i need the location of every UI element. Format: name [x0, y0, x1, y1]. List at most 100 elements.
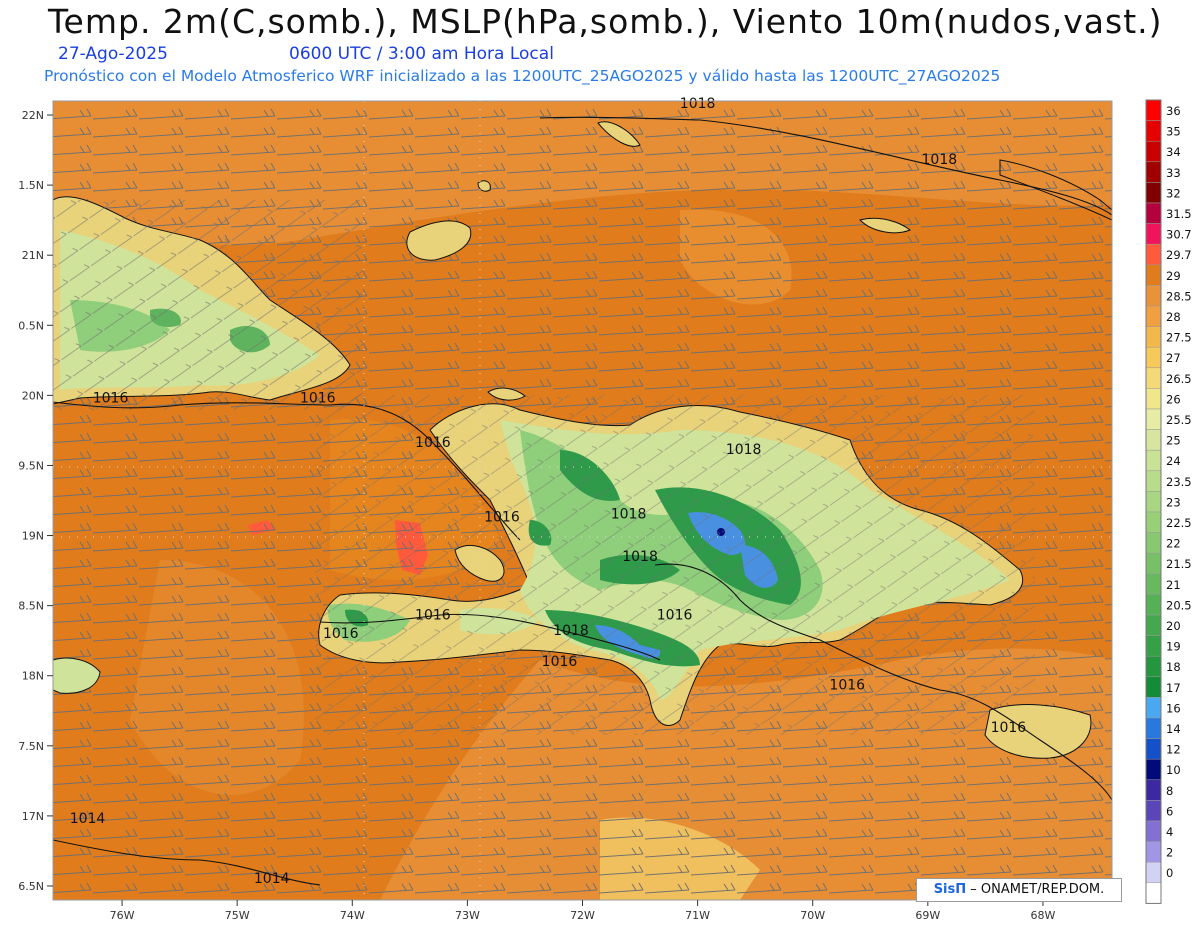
isobar-label: 1016	[415, 435, 451, 451]
colorbar-label: 22.5	[1166, 516, 1192, 530]
colorbar-label: 10	[1166, 763, 1181, 777]
lon-tick-label: 76W	[110, 909, 135, 922]
sispi-logo-text: SisΠ	[933, 882, 967, 897]
colorbar-swatch	[1145, 264, 1162, 286]
colorbar-label: 28	[1166, 310, 1181, 324]
colorbar-swatch	[1145, 161, 1162, 183]
colorbar-swatch	[1145, 800, 1162, 822]
isobar-label: 1014	[254, 871, 290, 887]
lon-tick-label: 75W	[225, 909, 250, 922]
colorbar-label: 31.5	[1166, 207, 1192, 221]
colorbar-swatch	[1145, 841, 1162, 863]
isobar-label: 1018	[922, 152, 958, 168]
colorbar-label: 18	[1166, 660, 1181, 674]
colorbar-label: 32	[1166, 186, 1181, 200]
colorbar-label: 27.5	[1166, 331, 1192, 345]
colorbar-label: 12	[1166, 743, 1181, 757]
colorbar-label: 8	[1166, 784, 1173, 798]
colorbar-swatch	[1145, 285, 1162, 307]
lat-tick-label: 0.5N	[18, 319, 44, 332]
temperature-colorbar: 363534333231.530.729.72928.52827.52726.5…	[1145, 99, 1192, 904]
isobar-label: 1016	[415, 608, 451, 624]
colorbar-swatch	[1145, 738, 1162, 760]
colorbar-swatch	[1145, 388, 1162, 410]
isobar-label: 1018	[726, 442, 762, 458]
colorbar-label: 27	[1166, 351, 1181, 365]
colorbar-label: 33	[1166, 166, 1181, 180]
colorbar-label: 29	[1166, 269, 1181, 283]
isobar-label: 1018	[680, 96, 716, 112]
colorbar-label: 19	[1166, 640, 1181, 654]
colorbar-swatch	[1145, 491, 1162, 513]
weather-map[interactable]: 101810181016 10161016 10181016 101810181016…	[0, 0, 1200, 927]
lat-tick-label: 21N	[22, 249, 44, 262]
colorbar-swatch	[1145, 820, 1162, 842]
colorbar-label: 25.5	[1166, 413, 1192, 427]
colorbar-swatch	[1145, 635, 1162, 657]
colorbar-label: 20	[1166, 619, 1181, 633]
isobar-label: 1014	[70, 811, 106, 827]
colorbar-label: 25	[1166, 434, 1181, 448]
colorbar-label: 6	[1166, 804, 1173, 818]
colorbar-label: 14	[1166, 722, 1181, 736]
colorbar-swatch	[1145, 140, 1162, 163]
lat-tick-label: 18N	[22, 670, 44, 683]
colorbar-swatch	[1145, 882, 1162, 904]
colorbar-swatch	[1145, 676, 1162, 698]
colorbar-swatch	[1145, 367, 1162, 389]
colorbar-swatch	[1145, 449, 1162, 472]
colorbar-label: 16	[1166, 701, 1181, 715]
colorbar-label: 23	[1166, 495, 1181, 509]
colorbar-label: 20.5	[1166, 598, 1192, 612]
colorbar-swatch	[1145, 243, 1162, 266]
longitude-axis: 76W 75W 74W 73W 72W 71W 70W 69W 68W	[110, 900, 1055, 922]
colorbar-label: 0	[1166, 866, 1173, 880]
isobar-label: 1016	[542, 654, 578, 670]
colorbar-label: 35	[1166, 125, 1181, 139]
latitude-axis: 22N 1.5N 21N 0.5N 20N 9.5N 19N 8.5N 18N 7.5N 17N 6.…	[18, 109, 53, 893]
colorbar-label: 36	[1166, 104, 1181, 118]
colorbar-label: 24	[1166, 454, 1181, 468]
colorbar-swatch	[1145, 614, 1162, 636]
colorbar-label: 2	[1166, 846, 1173, 860]
lat-tick-label: 6.5N	[18, 880, 44, 893]
lat-tick-label: 20N	[22, 389, 44, 402]
colorbar-label: 29.7	[1166, 248, 1192, 262]
isobar-label: 1016	[657, 608, 693, 624]
colorbar-label: 34	[1166, 145, 1181, 159]
colorbar-swatch	[1145, 99, 1162, 121]
isobar-label: 1016	[991, 720, 1027, 736]
colorbar-swatch	[1145, 594, 1162, 616]
colorbar-swatch	[1145, 758, 1162, 781]
colorbar-swatch	[1145, 655, 1162, 678]
colorbar-label: 22	[1166, 537, 1181, 551]
colorbar-label: 26	[1166, 392, 1181, 406]
colorbar-swatch	[1145, 182, 1162, 204]
lon-tick-label: 73W	[455, 909, 480, 922]
colorbar-swatch	[1145, 511, 1162, 533]
lat-tick-label: 17N	[22, 810, 44, 823]
lon-tick-label: 69W	[915, 909, 940, 922]
credit-org: – ONAMET/REP.DOM.	[970, 882, 1105, 897]
lon-tick-label: 74W	[340, 909, 365, 922]
lon-tick-label: 72W	[570, 909, 595, 922]
colorbar-swatch	[1145, 305, 1162, 327]
isobar-label: 1018	[611, 507, 647, 523]
lon-tick-label: 71W	[685, 909, 710, 922]
colorbar-label: 30.7	[1166, 228, 1192, 242]
isobar-label: 1018	[553, 623, 589, 639]
lat-tick-label: 22N	[22, 109, 44, 122]
isobar-label: 1016	[300, 390, 336, 406]
colorbar-swatch	[1145, 717, 1162, 739]
colorbar-swatch	[1145, 429, 1162, 451]
colorbar-swatch	[1145, 697, 1162, 719]
colorbar-label: 23.5	[1166, 475, 1192, 489]
credit-box: SisΠ – ONAMET/REP.DOM.	[916, 878, 1122, 902]
colorbar-label: 21	[1166, 578, 1181, 592]
isobar-label: 1016	[484, 510, 520, 526]
lat-tick-label: 7.5N	[18, 740, 44, 753]
colorbar-label: 17	[1166, 681, 1181, 695]
colorbar-swatch	[1145, 120, 1162, 142]
colorbar-label: 26.5	[1166, 372, 1192, 386]
lat-tick-label: 9.5N	[18, 459, 44, 472]
